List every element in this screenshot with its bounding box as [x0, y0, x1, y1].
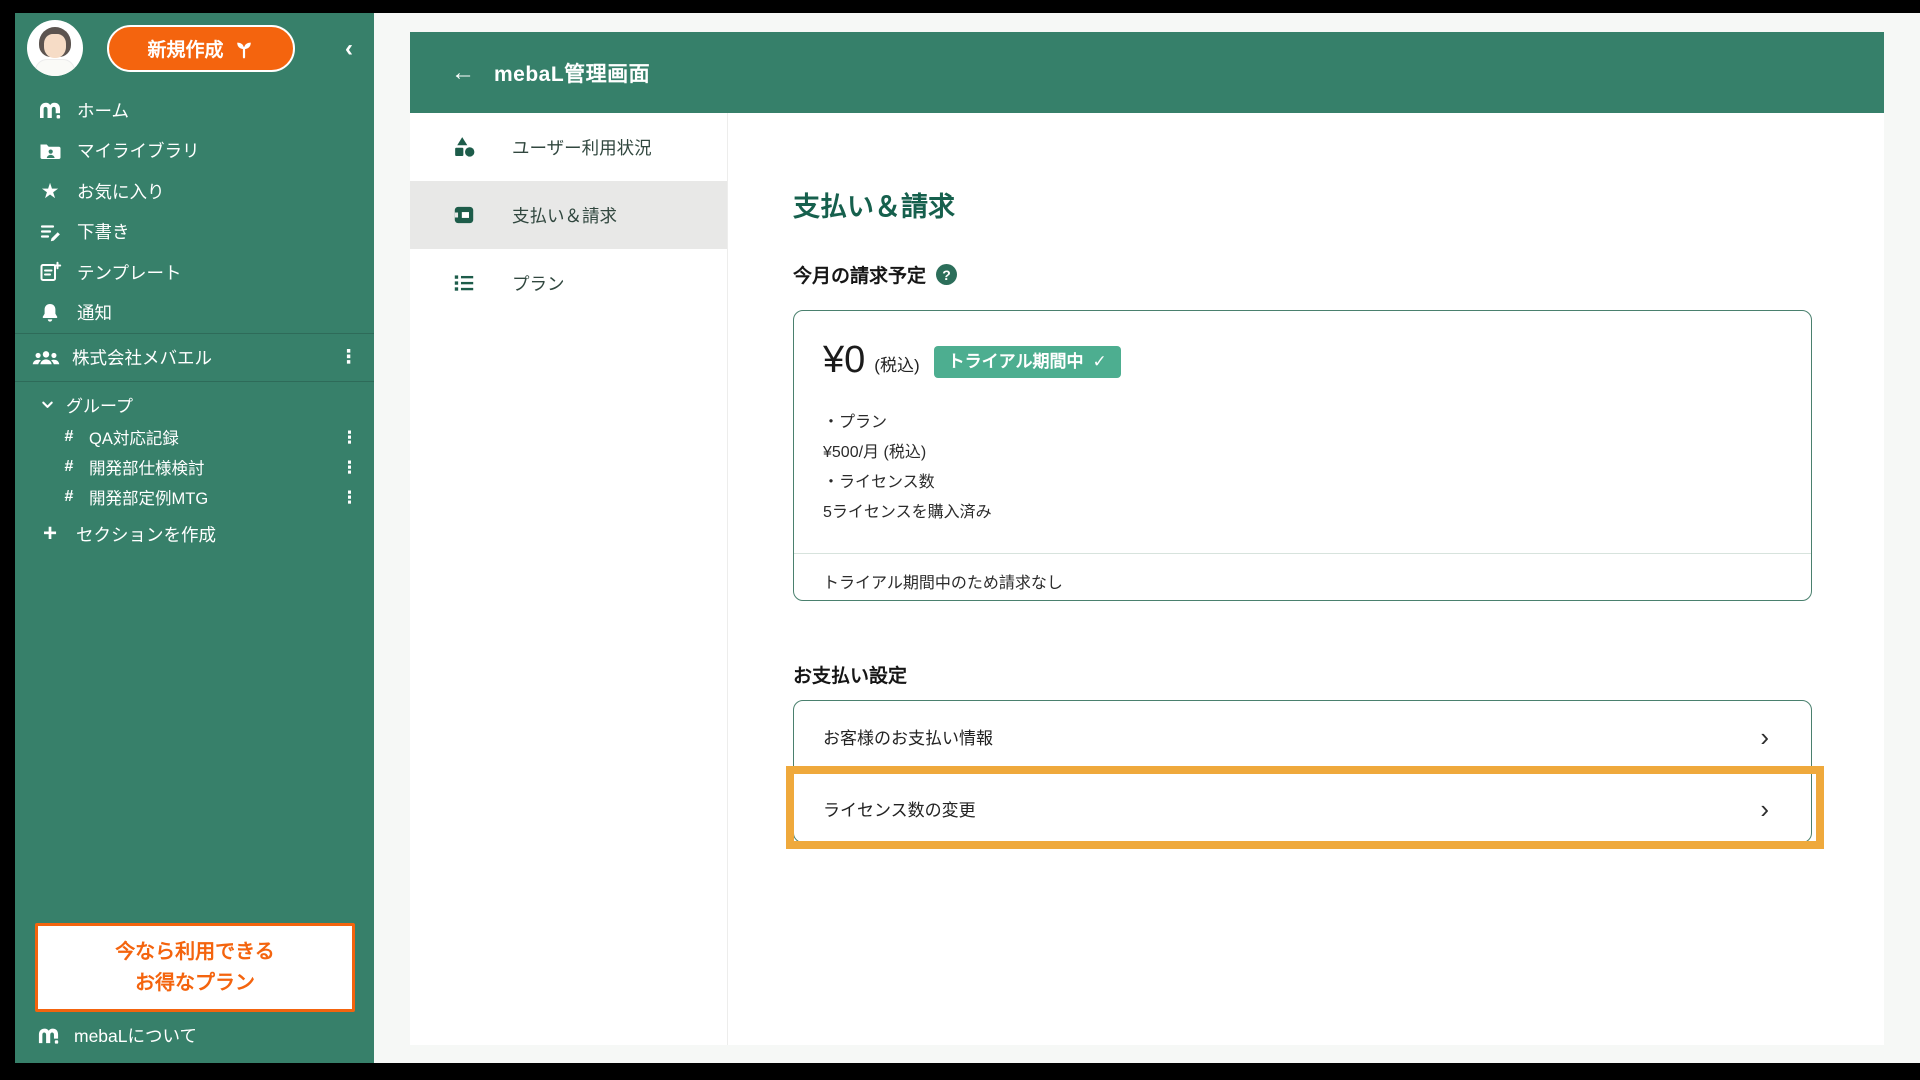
admin-nav-label: プラン: [512, 273, 565, 294]
bell-icon: [37, 300, 63, 326]
star-icon: ★: [40, 179, 60, 203]
collapse-sidebar-button[interactable]: ‹: [335, 35, 363, 63]
card-divider: [794, 553, 1811, 554]
sidebar-item-label: 通知: [77, 303, 112, 324]
new-create-button-label: 新規作成: [147, 40, 224, 61]
payment-settings-card: お客様のお支払い情報 › ライセンス数の変更 ›: [793, 700, 1812, 843]
billing-detail-line: ・プラン: [823, 414, 888, 431]
admin-nav: ユーザー利用状況 支払い＆請求 プラン: [410, 113, 728, 1045]
amount-row: ¥0 (税込) トライアル期間中 ✓: [823, 341, 1121, 379]
avatar-face: [44, 34, 66, 58]
page-title: 支払い＆請求: [793, 192, 955, 222]
sidebar-item-label: マイライブラリ: [77, 141, 200, 162]
group-item-label: QA対応記録: [89, 430, 179, 448]
admin-nav-plan[interactable]: プラン: [410, 249, 727, 317]
people-icon: [31, 345, 61, 371]
group-item-dev-mtg[interactable]: # 開発部定例MTG ⋮: [15, 482, 374, 512]
sidebar-item-label: お気に入り: [77, 181, 165, 202]
hash-icon: #: [64, 428, 74, 445]
sidebar-item-home[interactable]: ホーム: [15, 90, 374, 131]
license-change-row[interactable]: ライセンス数の変更 ›: [794, 773, 1811, 844]
about-mebal-link[interactable]: mebaLについて: [15, 1015, 374, 1055]
template-plus-icon: [37, 259, 63, 285]
workspace-row[interactable]: 株式会社メバエル ⋮: [15, 334, 374, 381]
create-section-button[interactable]: + セクションを作成: [15, 516, 374, 552]
workspace-menu-button[interactable]: ⋮: [339, 348, 358, 367]
group-item-menu-button[interactable]: ⋮: [341, 429, 358, 446]
new-create-button[interactable]: 新規作成: [107, 25, 295, 72]
chevron-down-icon: [39, 391, 55, 417]
billing-detail-line: ¥500/月 (税込): [823, 444, 927, 461]
sidebar-item-templates[interactable]: テンプレート: [15, 252, 374, 293]
group-item-menu-button[interactable]: ⋮: [341, 459, 358, 476]
group-item-qa[interactable]: # QA対応記録 ⋮: [15, 422, 374, 452]
list-icon: [450, 269, 478, 297]
billing-detail-line: ・ライセンス数: [823, 474, 935, 491]
billing-details: ・プラン ¥500/月 (税込) ・ライセンス数 5ライセンスを購入済み: [823, 408, 992, 528]
billing-heading: 今月の請求予定: [793, 266, 927, 287]
promo-line1: 今なら利用できる: [115, 940, 275, 963]
about-mebal-label: mebaLについて: [74, 1025, 197, 1046]
shapes-icon: [450, 133, 478, 161]
chevron-right-icon: ›: [1760, 793, 1769, 824]
user-avatar[interactable]: [27, 20, 83, 76]
sidebar-item-notifications[interactable]: 通知: [15, 293, 374, 334]
license-change-label: ライセンス数の変更: [823, 801, 976, 820]
billing-card: ¥0 (税込) トライアル期間中 ✓ ・プラン ¥500/月 (税込) ・ライセ…: [793, 310, 1812, 601]
group-section-toggle[interactable]: グループ: [15, 387, 374, 421]
billing-heading-row: 今月の請求予定 ?: [793, 261, 958, 288]
create-section-label: セクションを作成: [76, 524, 216, 545]
hash-icon: #: [64, 458, 74, 475]
admin-nav-usage[interactable]: ユーザー利用状況: [410, 113, 727, 181]
sidebar-item-favorites[interactable]: ★ お気に入り: [15, 171, 374, 212]
sidebar-item-drafts[interactable]: 下書き: [15, 212, 374, 253]
plus-icon: +: [42, 520, 57, 547]
workspace-label: 株式会社メバエル: [72, 348, 212, 368]
billing-detail-line: 5ライセンスを購入済み: [823, 504, 992, 521]
billing-footer-note: トライアル期間中のため請求なし: [823, 575, 1063, 592]
admin-header-bar: ← mebaL管理画面: [410, 32, 1884, 113]
hash-icon: #: [64, 488, 74, 505]
sidebar: 新規作成 ‹ ホーム マイライブラリ ★ お気に入り 下書き テンプレート 通知…: [15, 13, 374, 1063]
chevron-right-icon: ›: [1760, 721, 1769, 752]
avatar-body: [35, 59, 75, 76]
group-section-label: グループ: [66, 396, 133, 416]
group-item-menu-button[interactable]: ⋮: [341, 489, 358, 506]
trial-badge-label: トライアル期間中: [947, 351, 1084, 371]
payment-settings-heading: お支払い設定: [793, 666, 908, 687]
sidebar-item-my-library[interactable]: マイライブラリ: [15, 131, 374, 172]
wallet-icon: [450, 201, 478, 229]
sprout-icon: [233, 36, 255, 62]
promo-line2: お得なプラン: [135, 971, 255, 994]
help-icon[interactable]: ?: [936, 264, 958, 285]
logo-m-icon: [35, 1022, 61, 1048]
promo-banner[interactable]: 今なら利用できる お得なプラン: [35, 923, 355, 1012]
payment-info-label: お客様のお支払い情報: [823, 729, 993, 748]
sidebar-nav: ホーム マイライブラリ ★ お気に入り 下書き テンプレート 通知: [15, 90, 374, 333]
folder-user-icon: [37, 138, 63, 164]
payment-info-row[interactable]: お客様のお支払い情報 ›: [794, 701, 1811, 772]
sidebar-item-label: ホーム: [77, 100, 129, 121]
sidebar-divider: [15, 381, 374, 382]
app-window: 新規作成 ‹ ホーム マイライブラリ ★ お気に入り 下書き テンプレート 通知…: [15, 13, 1920, 1063]
group-item-label: 開発部仕様検討: [89, 460, 205, 478]
draft-pencil-icon: [37, 219, 63, 245]
admin-title: mebaL管理画面: [494, 62, 651, 86]
tax-label: (税込): [874, 356, 920, 375]
sidebar-item-label: 下書き: [77, 222, 130, 243]
logo-m-icon: [37, 97, 63, 123]
trial-status-badge: トライアル期間中 ✓: [933, 345, 1121, 378]
admin-nav-label: ユーザー利用状況: [512, 137, 652, 158]
group-item-dev-spec[interactable]: # 開発部仕様検討 ⋮: [15, 452, 374, 482]
group-item-label: 開発部定例MTG: [89, 490, 209, 508]
admin-nav-billing[interactable]: 支払い＆請求: [410, 181, 727, 249]
check-icon: ✓: [1092, 351, 1107, 371]
back-button[interactable]: ←: [451, 60, 475, 85]
main-content: 支払い＆請求 今月の請求予定 ? ¥0 (税込) トライアル期間中 ✓ ・プラン…: [728, 113, 1884, 1045]
admin-nav-label: 支払い＆請求: [512, 205, 617, 226]
sidebar-item-label: テンプレート: [77, 262, 182, 283]
billing-amount: ¥0: [823, 339, 866, 381]
